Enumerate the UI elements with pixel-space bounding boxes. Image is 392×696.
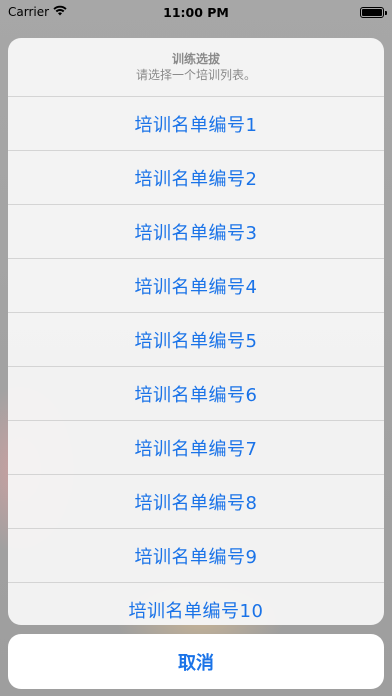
cancel-button[interactable]: 取消 — [8, 634, 384, 689]
status-bar: Carrier 11:00 PM — [0, 0, 392, 24]
battery-icon — [360, 6, 387, 18]
option-training-list-6[interactable]: 培训名单编号6 — [8, 367, 384, 421]
option-training-list-10[interactable]: 培训名单编号10 — [8, 583, 384, 625]
status-left: Carrier — [8, 5, 67, 19]
wifi-icon — [53, 5, 67, 19]
option-training-list-2[interactable]: 培训名单编号2 — [8, 151, 384, 205]
action-sheet: 训练选拔 请选择一个培训列表。 培训名单编号1 培训名单编号2 培训名单编号3 … — [8, 38, 384, 625]
action-sheet-message: 请选择一个培训列表。 — [135, 67, 256, 82]
option-training-list-5[interactable]: 培训名单编号5 — [8, 313, 384, 367]
action-sheet-title: 训练选拔 — [171, 51, 220, 66]
option-training-list-4[interactable]: 培训名单编号4 — [8, 259, 384, 313]
option-training-list-3[interactable]: 培训名单编号3 — [8, 205, 384, 259]
carrier-label: Carrier — [8, 5, 50, 19]
option-training-list-1[interactable]: 培训名单编号1 — [8, 97, 384, 151]
battery-fill — [362, 8, 382, 16]
option-training-list-9[interactable]: 培训名单编号9 — [8, 529, 384, 583]
option-training-list-8[interactable]: 培训名单编号8 — [8, 475, 384, 529]
option-training-list-7[interactable]: 培训名单编号7 — [8, 421, 384, 475]
action-sheet-header: 训练选拔 请选择一个培训列表。 — [8, 38, 384, 97]
